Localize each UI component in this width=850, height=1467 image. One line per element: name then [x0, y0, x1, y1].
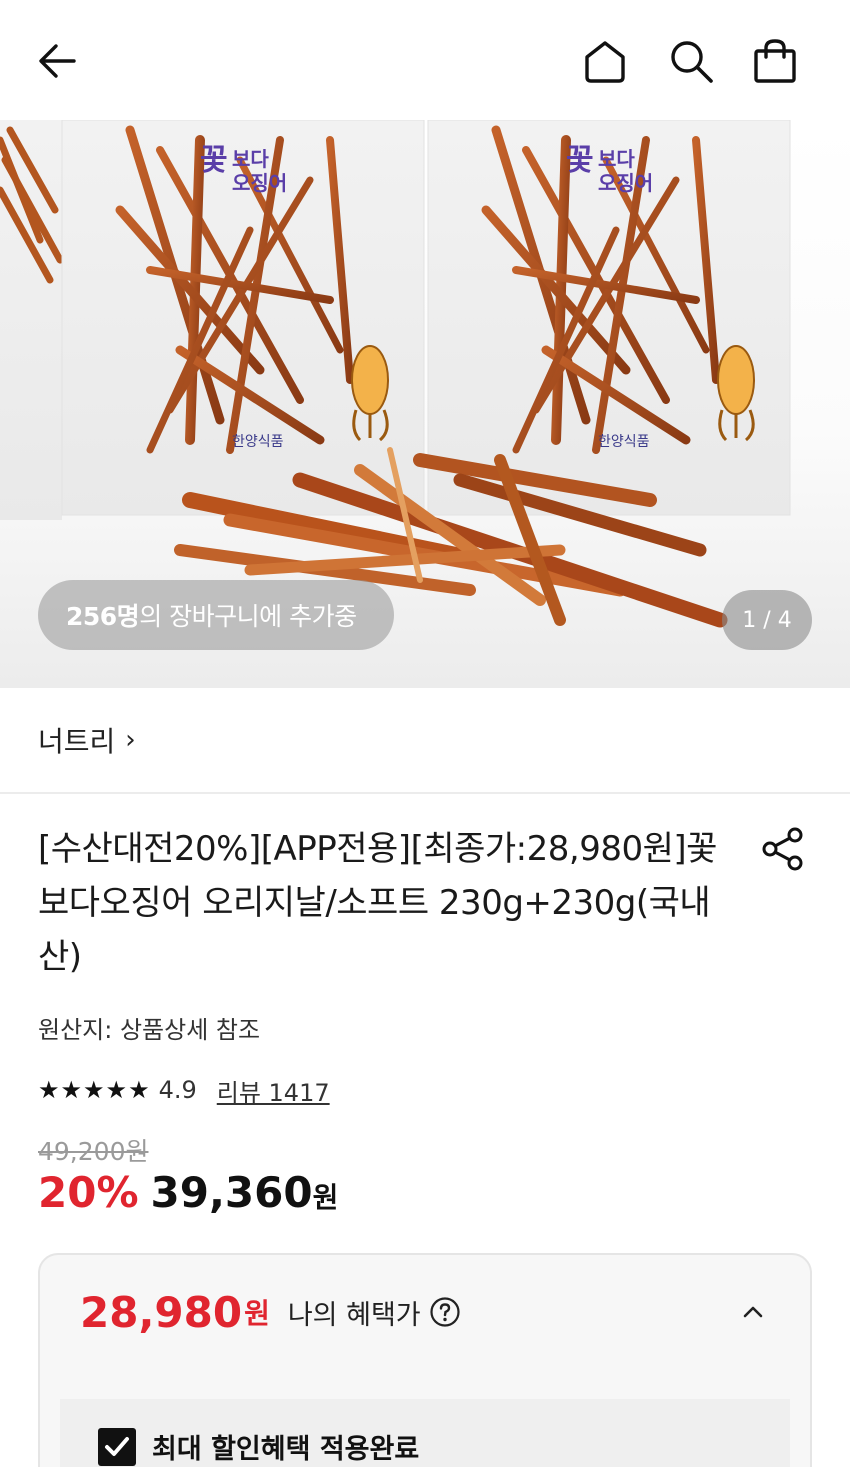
brand-name: 너트리: [38, 725, 116, 758]
original-price: 49,200원: [38, 1137, 149, 1166]
share-icon: [762, 827, 803, 871]
product-title: [수산대전20%][APP전용][최종가:28,980원]꽃보다오징어 오리지날…: [38, 829, 717, 977]
svg-text:한양식품: 한양식품: [232, 434, 284, 450]
sale-price: 39,360: [150, 1168, 313, 1217]
benefit-detail-area: 최대 할인혜택 적용완료: [60, 1399, 790, 1467]
shopping-bag-icon: [754, 39, 796, 83]
cart-count-text: 의 장바구니에 추가중: [139, 602, 357, 631]
svg-text:보다: 보다: [598, 147, 635, 171]
cart-count-number: 256명: [66, 602, 140, 631]
benefit-price-currency: 원: [244, 1297, 270, 1330]
svg-text:오징어: 오징어: [232, 171, 287, 195]
image-pager: 1 / 4: [722, 590, 812, 650]
home-icon: [585, 41, 625, 83]
max-discount-label: 최대 할인혜택 적용완료: [152, 1434, 420, 1465]
svg-text:오징어: 오징어: [598, 171, 653, 195]
sale-price-currency: 원: [312, 1181, 339, 1214]
home-button[interactable]: [578, 34, 632, 88]
rating-row: ★★★★★ 4.9 리뷰 1417: [38, 1070, 330, 1110]
search-button[interactable]: [664, 34, 718, 88]
share-button[interactable]: [756, 822, 810, 876]
brand-link[interactable]: 너트리 ›: [0, 688, 850, 794]
star-rating-icons: ★★★★★: [38, 1076, 151, 1104]
rating-score: 4.9: [158, 1076, 197, 1104]
top-navigation-bar: [0, 0, 850, 120]
benefit-price-label: 나의 혜택가: [287, 1299, 421, 1331]
max-discount-check-row[interactable]: 최대 할인혜택 적용완료: [98, 1427, 419, 1466]
discount-rate: 20%: [38, 1168, 139, 1217]
question-circle-icon[interactable]: [429, 1296, 461, 1328]
review-count-link[interactable]: 리뷰 1417: [217, 1073, 330, 1108]
svg-text:꽃: 꽃: [566, 143, 594, 178]
sale-price-row: 20% 39,360 원: [38, 1168, 338, 1224]
benefit-price-panel: 28,980 원 나의 혜택가 최대 할인혜택 적용완료: [38, 1253, 812, 1467]
checkmark-icon: [105, 1436, 129, 1456]
chevron-right-icon: ›: [125, 725, 136, 755]
svg-text:꽃: 꽃: [200, 143, 228, 178]
arrow-left-icon: [39, 44, 76, 78]
search-icon: [671, 41, 713, 83]
svg-text:한양식품: 한양식품: [598, 434, 650, 450]
back-button[interactable]: [30, 34, 84, 88]
svg-text:보다: 보다: [232, 147, 269, 171]
cart-add-count-badge: 256명 의 장바구니에 추가중: [38, 580, 394, 650]
max-discount-checkbox[interactable]: [98, 1427, 136, 1466]
benefit-price-header[interactable]: 28,980 원 나의 혜택가: [40, 1255, 810, 1369]
benefit-price: 28,980: [80, 1287, 243, 1337]
cart-button[interactable]: [748, 34, 802, 88]
product-image-carousel[interactable]: 꽃 보다 오징어 꽃 보다 오징어 한양식품 한양식품 256명 의 장바구니에…: [0, 120, 850, 688]
chevron-up-icon[interactable]: [734, 1293, 772, 1331]
origin-info: 원산지: 상품상세 참조: [38, 1016, 261, 1044]
